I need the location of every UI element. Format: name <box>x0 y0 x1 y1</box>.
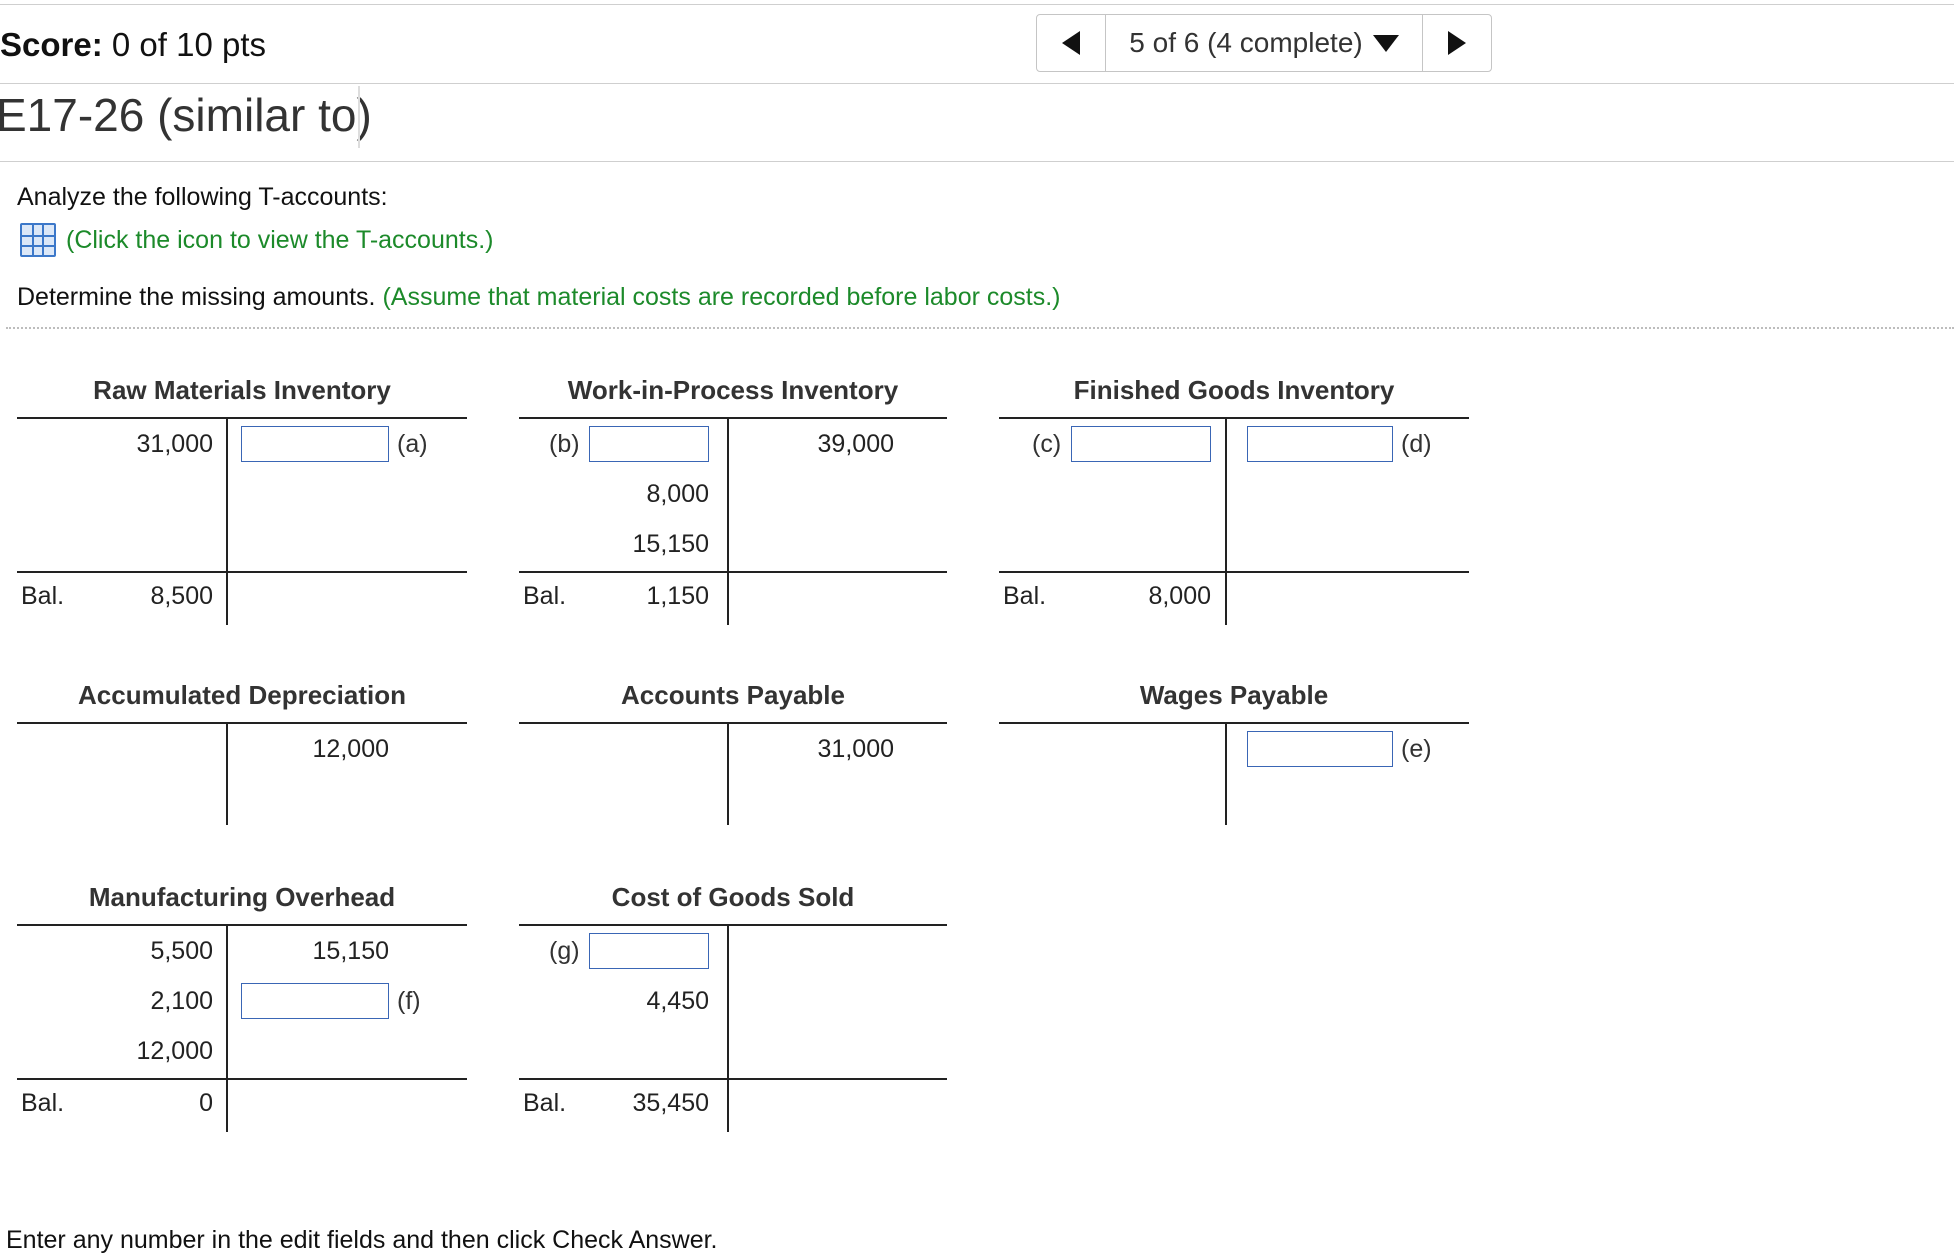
debit-amount: 31,000 <box>136 430 213 458</box>
label-c: (c) <box>1032 430 1062 458</box>
determine-instruction: Determine the missing amounts. (Assume t… <box>17 283 1061 312</box>
assumption-hint: (Assume that material costs are recorded… <box>382 283 1061 311</box>
t-top-line <box>999 417 1469 419</box>
balance-value: 1,150 <box>646 582 709 610</box>
question-title: E17-26 (similar to) <box>0 89 372 141</box>
balance-value: 8,500 <box>150 582 213 610</box>
t-center-line <box>1225 723 1227 825</box>
account-title: Finished Goods Inventory <box>1073 375 1395 405</box>
account-title: Cost of Goods Sold <box>611 882 855 912</box>
debit-amount: 2,100 <box>150 987 213 1015</box>
t-account-wages-payable: Wages Payable (e) <box>999 680 1469 825</box>
t-balance-line <box>17 1078 467 1080</box>
credit-amount: 39,000 <box>817 430 894 458</box>
question-position: 5 of 6 (4 complete) <box>1129 27 1363 58</box>
debit-amount: 12,000 <box>136 1037 213 1065</box>
account-title: Accounts Payable <box>621 680 845 710</box>
answer-input-d[interactable] <box>1247 426 1393 462</box>
label-b: (b) <box>549 430 580 458</box>
t-top-line <box>519 417 947 419</box>
question-selector-dropdown[interactable]: 5 of 6 (4 complete) <box>1106 15 1422 71</box>
determine-text: Determine the missing amounts. <box>17 283 376 311</box>
debit-amount: 15,150 <box>632 530 709 558</box>
view-t-accounts-text[interactable]: (Click the icon to view the T-accounts.) <box>66 226 494 255</box>
t-center-line <box>727 418 729 625</box>
account-title: Manufacturing Overhead <box>88 882 396 912</box>
label-d: (d) <box>1401 430 1432 458</box>
t-account-finished-goods: Finished Goods Inventory (c) (d) Bal. 8,… <box>999 375 1469 625</box>
left-arrow-icon <box>1062 31 1080 55</box>
footer-instruction: Enter any number in the edit fields and … <box>6 1226 718 1254</box>
answer-input-e[interactable] <box>1247 731 1393 767</box>
debit-amount: 8,000 <box>646 480 709 508</box>
caret-down-icon <box>1372 34 1399 52</box>
score-value: 0 of 10 pts <box>111 26 266 63</box>
balance-value: 0 <box>199 1089 213 1117</box>
t-account-accounts-payable: Accounts Payable 31,000 <box>519 680 947 825</box>
t-account-accumulated-depreciation: Accumulated Depreciation 12,000 <box>17 680 467 825</box>
t-center-line <box>727 723 729 825</box>
header-divider <box>0 83 1954 84</box>
t-account-work-in-process: Work-in-Process Inventory (b) 8,000 15,1… <box>519 375 947 625</box>
title-separator <box>358 86 360 148</box>
account-title: Raw Materials Inventory <box>93 375 391 405</box>
question-navigator: 5 of 6 (4 complete) <box>1036 14 1492 72</box>
label-g: (g) <box>549 937 580 965</box>
title-divider <box>0 161 1954 162</box>
answer-input-a[interactable] <box>241 426 389 462</box>
account-title: Wages Payable <box>1139 680 1329 710</box>
balance-value: 8,000 <box>1148 582 1211 610</box>
t-balance-line <box>519 1078 947 1080</box>
top-border <box>0 4 1954 5</box>
debit-amount: 5,500 <box>150 937 213 965</box>
t-center-line <box>226 925 228 1132</box>
t-top-line <box>17 417 467 419</box>
credit-amount: 15,150 <box>312 937 389 965</box>
credit-amount: 31,000 <box>817 735 894 763</box>
label-e: (e) <box>1401 735 1432 763</box>
table-grid-icon[interactable] <box>20 223 56 257</box>
t-account-cost-of-goods-sold: Cost of Goods Sold (g) 4,450 Bal. 35,450 <box>519 882 947 1132</box>
t-top-line <box>17 924 467 926</box>
view-t-accounts-link[interactable]: (Click the icon to view the T-accounts.) <box>20 223 494 257</box>
score-label: Score: <box>0 26 103 63</box>
t-center-line <box>1225 418 1227 625</box>
t-top-line <box>519 722 947 724</box>
label-a: (a) <box>397 430 428 458</box>
account-title: Work-in-Process Inventory <box>567 375 899 405</box>
label-f: (f) <box>397 987 421 1015</box>
t-top-line <box>519 924 947 926</box>
account-title: Accumulated Depreciation <box>78 680 406 710</box>
right-arrow-icon <box>1448 31 1466 55</box>
credit-amount: 12,000 <box>312 735 389 763</box>
answer-input-f[interactable] <box>241 983 389 1019</box>
t-top-line <box>17 722 467 724</box>
t-account-manufacturing-overhead: Manufacturing Overhead 5,500 2,100 12,00… <box>17 882 467 1132</box>
instruction-text: Analyze the following T-accounts: <box>17 183 388 211</box>
t-center-line <box>226 418 228 625</box>
dotted-separator <box>6 327 1954 329</box>
t-balance-line <box>999 571 1469 573</box>
t-top-line <box>999 722 1469 724</box>
t-balance-line <box>519 571 947 573</box>
answer-input-g[interactable] <box>589 933 709 969</box>
t-center-line <box>226 723 228 825</box>
balance-value: 35,450 <box>632 1089 709 1117</box>
answer-input-c[interactable] <box>1071 426 1211 462</box>
debit-amount: 4,450 <box>646 987 709 1015</box>
score-display: Score: 0 of 10 pts <box>0 26 266 64</box>
t-balance-line <box>17 571 467 573</box>
t-center-line <box>727 925 729 1132</box>
previous-question-button[interactable] <box>1037 15 1106 71</box>
t-account-raw-materials: Raw Materials Inventory 31,000 (a) Bal. … <box>17 375 467 625</box>
next-question-button[interactable] <box>1422 15 1491 71</box>
answer-input-b[interactable] <box>589 426 709 462</box>
